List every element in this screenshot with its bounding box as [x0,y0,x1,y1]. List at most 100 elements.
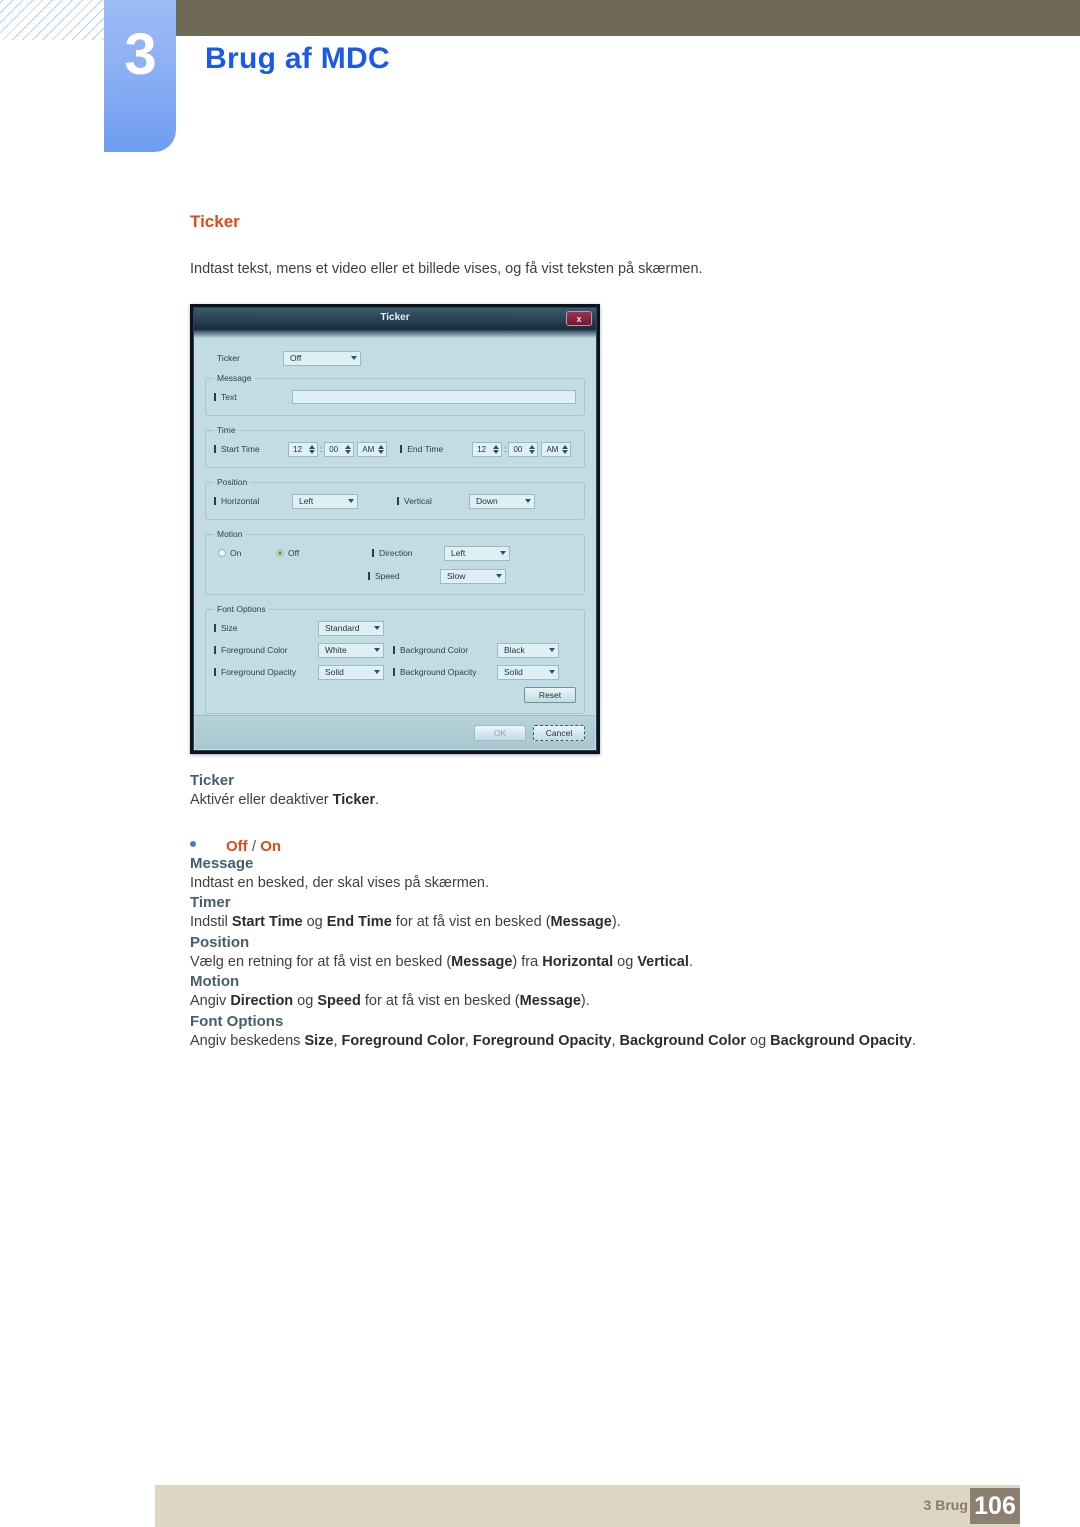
size-select[interactable]: Standard [318,620,384,636]
ticker-row: Ticker Off [205,346,585,370]
font-options-group: Font Options Size Standard Foreground Co… [205,604,585,714]
fg-opacity-select[interactable]: Solid [318,664,384,680]
timer-text-2: og [302,914,327,931]
start-time-label: Start Time [214,444,288,454]
font-text-2: , [333,1032,342,1049]
end-hour-value: 12 [477,444,487,454]
timer-text-1: Indstil [190,914,232,931]
motion-text-3: for at få vist en besked ( [360,993,520,1010]
time-group: Time Start Time 12 : 00 AM End Time 12:… [205,425,585,468]
stepper-arrows-icon[interactable] [309,444,315,454]
vertical-label: Vertical [397,496,469,506]
vertical-select-value: Down [476,496,498,506]
term-start-time: Start Time [231,914,303,931]
start-minute-stepper[interactable]: 00 [324,441,355,457]
chevron-down-icon [374,648,380,652]
horizontal-select[interactable]: Left [292,493,358,509]
end-minute-stepper[interactable]: 00 [508,441,539,457]
text-post: . [375,792,380,809]
cancel-button[interactable]: Cancel [533,724,585,741]
speed-label: Speed [368,571,440,581]
bg-color-select[interactable]: Black [497,642,559,658]
footer-bar [155,1485,1020,1527]
time-row: Start Time 12 : 00 AM End Time 12: 00 A… [214,439,576,459]
subheading-font-options: Font Options [190,1012,284,1030]
position-text-1: Vælg en retning for at få vist en besked… [190,953,452,970]
motion-row-2: Speed Slow [214,566,576,586]
bullet-off-on: Off / On [190,838,1050,855]
motion-text-2: og [293,993,318,1010]
term-message-1: Message [550,914,612,931]
bullet-label: Off / On [226,838,281,855]
chevron-down-icon [549,670,555,674]
bg-opacity-label: Background Opacity [393,667,497,677]
subheading-motion: Motion [190,973,240,991]
fg-color-select-value: White [325,645,347,655]
start-minute-value: 00 [329,444,339,454]
start-time-colon: : [320,444,323,454]
term-message-2: Message [451,953,513,970]
font-options-legend: Font Options [217,604,266,614]
term-end-time: End Time [326,914,392,931]
chevron-down-icon [500,551,506,555]
message-group: Message Text [205,373,585,416]
speed-select-value: Slow [447,571,466,581]
direction-select[interactable]: Left [444,545,510,561]
end-meridiem-value: AM [546,444,559,454]
section-title: Ticker [190,212,240,231]
stepper-arrows-icon[interactable] [529,444,536,454]
option-separator: / [247,837,261,855]
text-pre: Aktivér eller deaktiver [190,792,333,809]
start-hour-stepper[interactable]: 12 [288,441,318,457]
dialog-title: Ticker [380,312,410,323]
chevron-down-icon [374,626,380,630]
term-direction: Direction [230,993,294,1010]
paragraph-ticker: Aktivér eller deaktiver Ticker. [190,789,1050,811]
term-fg-opacity: Foreground Opacity [472,1032,612,1049]
subheading-position: Position [190,933,250,951]
term-vertical: Vertical [637,953,689,970]
stepper-arrows-icon[interactable] [345,444,352,454]
font-text-1: Angiv beskedens [190,1032,305,1049]
motion-text-1: Angiv [190,993,231,1010]
paragraph-timer: Indstil Start Time og End Time for at få… [190,911,1050,933]
fg-opacity-label: Foreground Opacity [214,667,318,677]
motion-radio-on[interactable]: On [214,548,276,558]
stepper-arrows-icon[interactable] [493,444,500,454]
message-legend: Message [217,373,252,383]
dialog-footer: OK Cancel [195,715,595,749]
term-message-3: Message [519,993,581,1010]
chevron-down-icon [525,499,531,503]
size-label: Size [214,623,318,633]
vertical-select[interactable]: Down [469,493,535,509]
option-on: On [260,837,282,855]
close-icon[interactable]: x [566,311,592,326]
motion-radio-off[interactable]: Off [276,548,372,558]
end-hour-stepper[interactable]: 12 [472,441,503,457]
reset-button[interactable]: Reset [524,687,576,703]
reset-row: Reset [214,685,576,705]
position-text-2: ) fra [512,953,543,970]
end-meridiem-stepper[interactable]: AM [541,441,572,457]
size-select-value: Standard [325,623,360,633]
message-text-input[interactable] [292,390,576,404]
radio-dot-icon [276,549,284,557]
start-meridiem-stepper[interactable]: AM [357,441,388,457]
ticker-dialog: Ticker x Ticker Off Message Text Time St… [193,307,597,751]
header-olive-bar [176,0,1080,36]
ok-button[interactable]: OK [474,724,526,741]
speed-select[interactable]: Slow [440,568,506,584]
stepper-arrows-icon[interactable] [562,444,569,454]
stepper-arrows-icon[interactable] [378,444,385,454]
fg-color-select[interactable]: White [318,642,384,658]
option-off: Off [226,837,248,855]
timer-text-4: ). [611,914,621,931]
position-text-4: . [688,953,693,970]
bg-color-label: Background Color [393,645,497,655]
radio-dot-icon [218,549,226,557]
bg-opacity-select-value: Solid [504,667,523,677]
term-speed: Speed [317,993,361,1010]
direction-label: Direction [372,548,444,558]
bg-opacity-select[interactable]: Solid [497,664,559,680]
ticker-select[interactable]: Off [283,350,361,366]
